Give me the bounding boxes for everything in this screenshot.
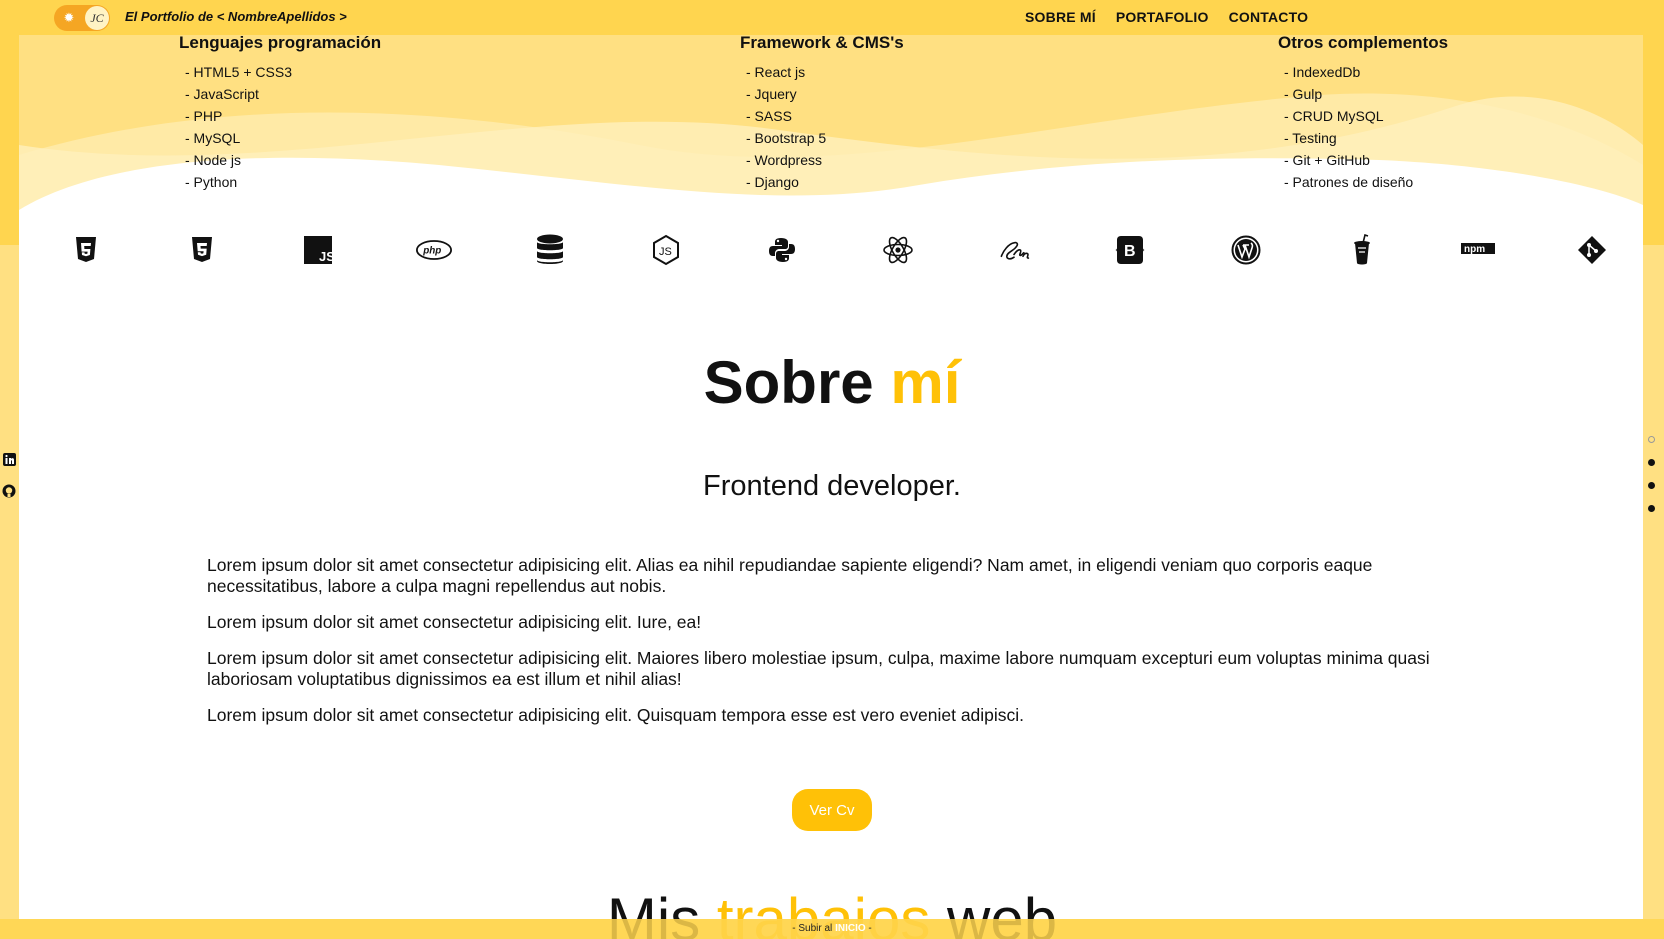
- about-subtitle: Frontend developer.: [703, 470, 961, 502]
- theme-toggle[interactable]: ✹ JC: [54, 5, 110, 31]
- skill-item: - SASS: [746, 108, 792, 124]
- section-dot[interactable]: [1648, 459, 1655, 466]
- section-dot[interactable]: [1648, 482, 1655, 489]
- git-icon: [1574, 232, 1610, 268]
- skill-item: - Node js: [185, 152, 242, 168]
- skill-item: - Gulp: [1284, 86, 1323, 102]
- skill-item: - Jquery: [746, 86, 797, 102]
- skill-item: - CRUD MySQL: [1284, 108, 1384, 124]
- skills-column-frameworks: Framework & CMS's - React js - Jquery - …: [740, 33, 904, 193]
- svg-text:npm: npm: [1464, 244, 1485, 255]
- sun-icon: ✹: [63, 10, 75, 25]
- python-icon: [764, 232, 800, 268]
- skills-column-title: Otros complementos: [1278, 33, 1449, 52]
- about-text: Lorem ipsum dolor sit amet consectetur a…: [207, 555, 1437, 741]
- about-paragraph: Lorem ipsum dolor sit amet consectetur a…: [207, 555, 1373, 596]
- main-nav: SOBRE MÍ PORTAFOLIO CONTACTO: [1025, 9, 1308, 25]
- nav-link-portafolio[interactable]: PORTAFOLIO: [1116, 9, 1209, 25]
- skill-item: - IndexedDb: [1284, 64, 1361, 80]
- toggle-knob: JC: [85, 6, 109, 30]
- scroll-top-suffix: -: [865, 923, 872, 934]
- skill-item: - Python: [185, 174, 238, 190]
- section-dots-nav: [1648, 436, 1655, 528]
- svg-text:B: B: [1124, 243, 1136, 260]
- nav-link-sobre-mi[interactable]: SOBRE MÍ: [1025, 9, 1096, 25]
- about-title-highlight: mí: [890, 349, 961, 416]
- skill-item: - Django: [746, 174, 799, 190]
- skill-item: - MySQL: [185, 130, 241, 146]
- sass-icon: [996, 232, 1032, 268]
- tech-icons-row: JS php JS B npm: [68, 232, 1608, 272]
- linkedin-icon[interactable]: [2, 452, 16, 466]
- skill-item: - Testing: [1284, 130, 1337, 146]
- github-icon[interactable]: [2, 484, 16, 498]
- skill-item: - Wordpress: [746, 152, 822, 168]
- skills-column-title: Framework & CMS's: [740, 33, 904, 52]
- nodejs-icon: JS: [648, 232, 684, 268]
- about-paragraph: Lorem ipsum dolor sit amet consectetur a…: [207, 612, 702, 632]
- about-title: Sobre mí: [0, 348, 1664, 417]
- skill-item: - PHP: [185, 108, 223, 124]
- skill-item: - React js: [746, 64, 806, 80]
- svg-text:JS: JS: [659, 246, 672, 258]
- scroll-to-top-link[interactable]: - Subir al INICIO -: [0, 923, 1664, 934]
- skill-item: - JavaScript: [185, 86, 259, 102]
- php-icon: php: [416, 232, 452, 268]
- scroll-top-highlight: INICIO: [835, 923, 866, 934]
- scroll-top-prefix: - Subir al: [792, 923, 836, 934]
- view-cv-button[interactable]: Ver Cv: [792, 789, 872, 831]
- about-paragraph: Lorem ipsum dolor sit amet consectetur a…: [207, 705, 1025, 725]
- brand-title: El Portfolio de < NombreApellidos >: [125, 9, 347, 24]
- nav-link-contacto[interactable]: CONTACTO: [1229, 9, 1309, 25]
- about-paragraph: Lorem ipsum dolor sit amet consectetur a…: [207, 648, 1430, 689]
- skills-column-title: Lenguajes programación: [179, 33, 382, 52]
- react-icon: [880, 232, 916, 268]
- social-links: [2, 452, 16, 516]
- html5-icon: [68, 232, 104, 268]
- about-title-main: Sobre: [703, 349, 891, 416]
- top-header: ✹ JC El Portfolio de < NombreApellidos >…: [0, 0, 1664, 35]
- skill-item: - Patrones de diseño: [1284, 174, 1414, 190]
- section-dot[interactable]: [1648, 436, 1655, 443]
- svg-text:JS: JS: [319, 249, 332, 264]
- wordpress-icon: [1228, 232, 1264, 268]
- npm-icon: npm: [1460, 232, 1496, 268]
- gulp-icon: [1344, 232, 1380, 268]
- bootstrap-icon: B: [1112, 232, 1148, 268]
- css3-icon: [184, 232, 220, 268]
- skill-item: - HTML5 + CSS3: [185, 64, 292, 80]
- javascript-icon: JS: [300, 232, 336, 268]
- svg-text:php: php: [422, 246, 441, 257]
- skill-item: - Git + GitHub: [1284, 152, 1370, 168]
- skills-column-other: Otros complementos - IndexedDb - Gulp - …: [1278, 33, 1448, 193]
- section-dot[interactable]: [1648, 505, 1655, 512]
- skills-column-languages: Lenguajes programación - HTML5 + CSS3 - …: [179, 33, 381, 193]
- database-icon: [532, 232, 568, 268]
- skill-item: - Bootstrap 5: [746, 130, 827, 146]
